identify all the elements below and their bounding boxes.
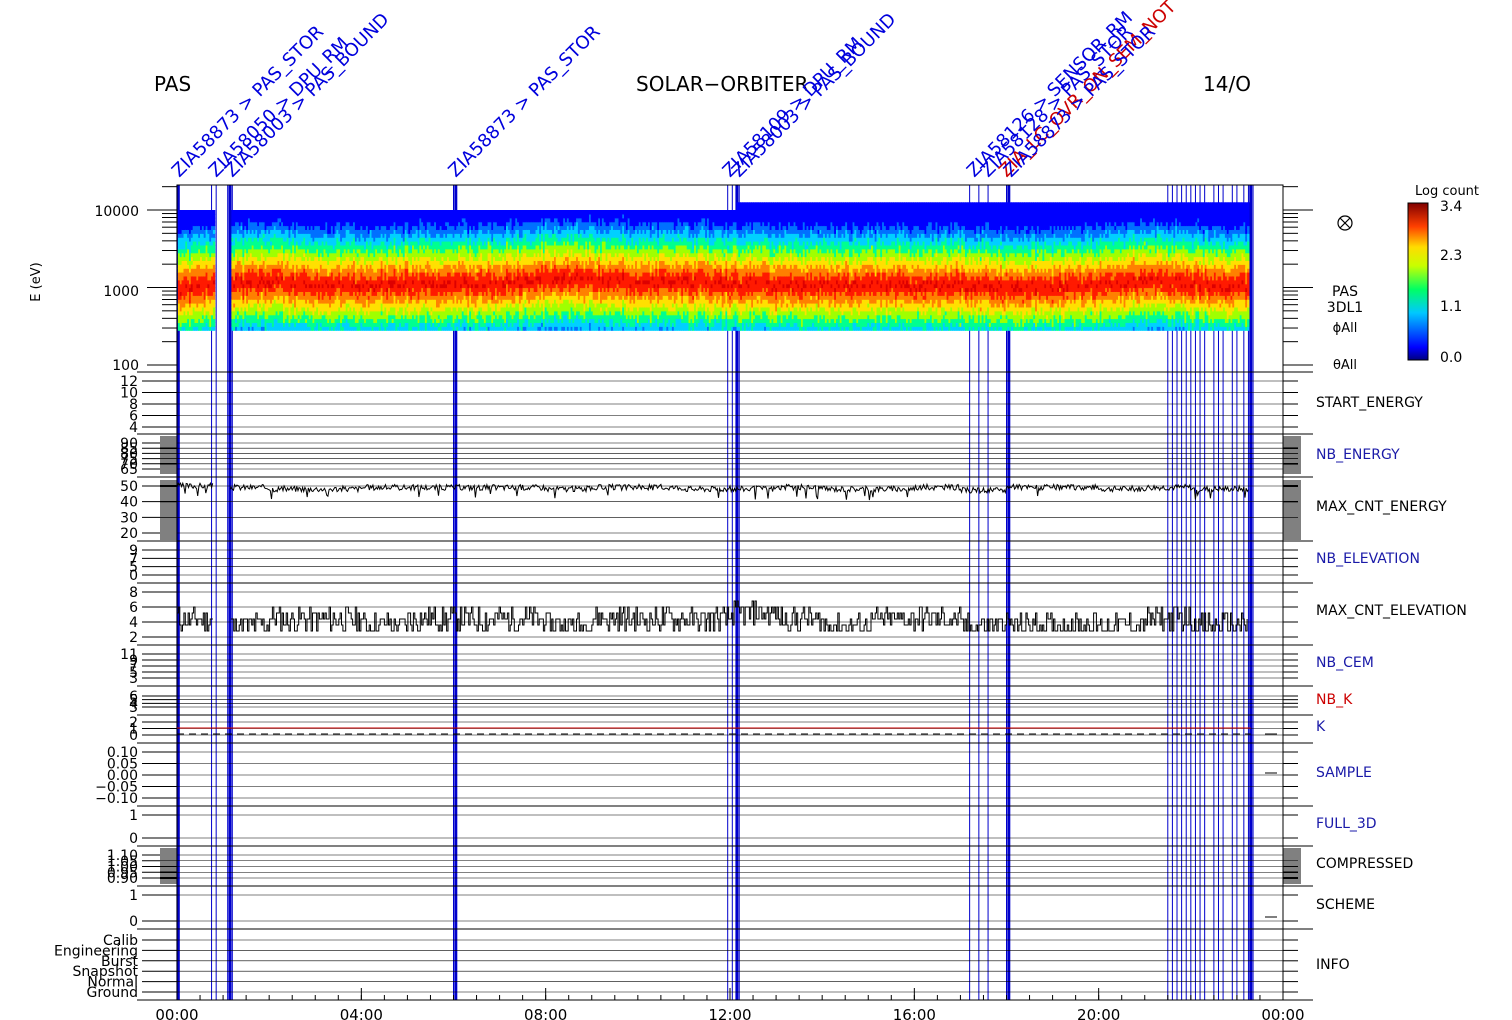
spectrogram-cell — [212, 326, 216, 331]
spectrogram-cell — [212, 260, 216, 265]
spectrogram-cell — [212, 229, 216, 234]
spectrogram-cell — [212, 318, 216, 323]
spectrogram-cell — [212, 264, 216, 269]
mission-title: SOLAR−ORBITER — [636, 72, 808, 96]
spectrogram-cell — [212, 287, 216, 292]
date-title: 14/O — [1203, 72, 1251, 96]
spectrogram-cell — [212, 322, 216, 327]
spectrogram-cell — [212, 279, 216, 285]
event-markers: ZIA58873 > PAS_STORZIA58050 > DPU_RMZIA5… — [168, 0, 1254, 1000]
spectrogram-panel — [177, 202, 1250, 331]
spectrogram-cell — [212, 213, 216, 219]
spectrogram-cell — [212, 241, 216, 246]
spectrogram-cell — [212, 217, 216, 223]
spectrogram-cell — [212, 275, 216, 281]
spectrogram-cell — [212, 303, 216, 308]
chart-canvas: PAS SOLAR−ORBITER 14/O ZIA58873 > PAS_ST… — [29, 0, 1479, 1020]
event-label: ZIA58128 > PAS_STOR — [977, 22, 1137, 182]
event-label: ZIA58873 > PAS_STOR — [444, 22, 604, 182]
spectrogram-cell — [212, 291, 216, 296]
spectrogram-cell — [212, 244, 216, 250]
instrument-title: PAS — [154, 72, 191, 96]
spectrogram-cell — [212, 295, 216, 300]
event-label: ZIA58873 > PAS_STOR — [1000, 22, 1160, 182]
spectrogram-cell — [212, 272, 216, 277]
spectrogram-cell — [212, 310, 216, 316]
spectrogram-cell — [212, 256, 216, 261]
spectrogram-cell — [212, 233, 216, 238]
spectrogram-cell — [212, 210, 216, 215]
spectrogram-cell — [212, 306, 216, 312]
spectrogram-cell — [212, 248, 216, 254]
spectrogram-cell — [212, 225, 216, 230]
